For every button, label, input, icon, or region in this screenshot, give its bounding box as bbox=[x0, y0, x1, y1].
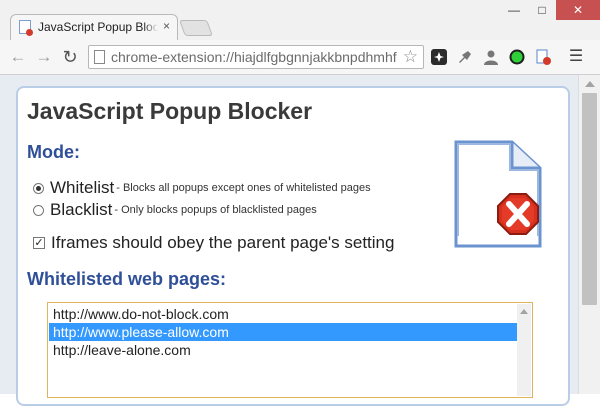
page-scrollbar[interactable] bbox=[578, 75, 600, 394]
pin-extension-icon[interactable] bbox=[456, 48, 474, 66]
blacklist-description: - Only blocks popups of blacklisted page… bbox=[114, 204, 317, 216]
reload-icon[interactable]: ↻ bbox=[60, 47, 80, 67]
whitelist-listbox[interactable]: http://www.do-not-block.com http://www.p… bbox=[47, 302, 533, 398]
iframe-checkbox[interactable]: ✓ bbox=[33, 237, 45, 249]
popup-blocker-logo-icon bbox=[454, 140, 542, 248]
browser-toolbar: ← → ↻ chrome-extension://hiajdlfgbgnnjak… bbox=[0, 40, 600, 75]
whitelist-description: - Blocks all popups except ones of white… bbox=[116, 182, 371, 194]
whitelist-radio[interactable] bbox=[33, 182, 44, 194]
close-window-icon[interactable]: ✕ bbox=[556, 0, 600, 20]
forward-icon[interactable]: → bbox=[34, 47, 54, 67]
list-item[interactable]: http://leave-alone.com bbox=[49, 341, 517, 359]
profile-icon[interactable] bbox=[482, 48, 500, 66]
listbox-scrollbar[interactable] bbox=[517, 304, 531, 396]
url-text[interactable]: chrome-extension://hiajdlfgbgnnjakkbnpdh… bbox=[111, 49, 403, 65]
list-item[interactable]: http://www.do-not-block.com bbox=[49, 305, 517, 323]
menu-icon[interactable]: ☰ bbox=[566, 47, 586, 67]
back-icon[interactable]: ← bbox=[8, 47, 28, 67]
blacklist-radio[interactable] bbox=[33, 204, 44, 216]
blacklist-label[interactable]: Blacklist bbox=[50, 200, 112, 220]
scrollbar-thumb[interactable] bbox=[582, 93, 597, 305]
iframe-option-label[interactable]: Iframes should obey the parent page's se… bbox=[51, 233, 394, 253]
tab-title: JavaScript Popup Blocker bbox=[38, 20, 158, 34]
tab-close-icon[interactable]: × bbox=[163, 19, 170, 33]
scroll-up-arrow-icon[interactable] bbox=[585, 81, 595, 87]
popup-blocker-extension-icon[interactable] bbox=[534, 48, 552, 66]
new-tab-button[interactable] bbox=[179, 20, 213, 36]
list-item[interactable]: http://www.please-allow.com bbox=[49, 323, 517, 341]
extension-favicon-icon bbox=[19, 20, 33, 36]
whitelist-heading: Whitelisted web pages: bbox=[27, 269, 227, 289]
scroll-up-arrow-icon[interactable] bbox=[520, 309, 528, 314]
whitelist-label[interactable]: Whitelist bbox=[50, 178, 114, 198]
status-green-icon[interactable] bbox=[508, 48, 526, 66]
mode-blacklist-option[interactable]: Blacklist - Only blocks popups of blackl… bbox=[33, 200, 317, 220]
page-title: JavaScript Popup Blocker bbox=[27, 98, 313, 124]
puzzle-extension-icon[interactable] bbox=[430, 48, 448, 66]
bookmark-star-icon[interactable]: ☆ bbox=[403, 47, 418, 67]
title-bar: JavaScript Popup Blocker × — □ ✕ bbox=[0, 0, 600, 41]
address-bar[interactable]: chrome-extension://hiajdlfgbgnnjakkbnpdh… bbox=[88, 45, 424, 69]
mode-whitelist-option[interactable]: Whitelist - Blocks all popups except one… bbox=[33, 178, 371, 198]
minimize-icon[interactable]: — bbox=[500, 0, 528, 20]
maximize-icon[interactable]: □ bbox=[528, 0, 556, 20]
mode-heading: Mode: bbox=[27, 142, 80, 162]
window-controls: — □ ✕ bbox=[500, 0, 600, 22]
browser-tab[interactable]: JavaScript Popup Blocker × bbox=[10, 14, 178, 40]
page-icon bbox=[94, 50, 105, 64]
iframe-option[interactable]: ✓ Iframes should obey the parent page's … bbox=[33, 232, 394, 254]
